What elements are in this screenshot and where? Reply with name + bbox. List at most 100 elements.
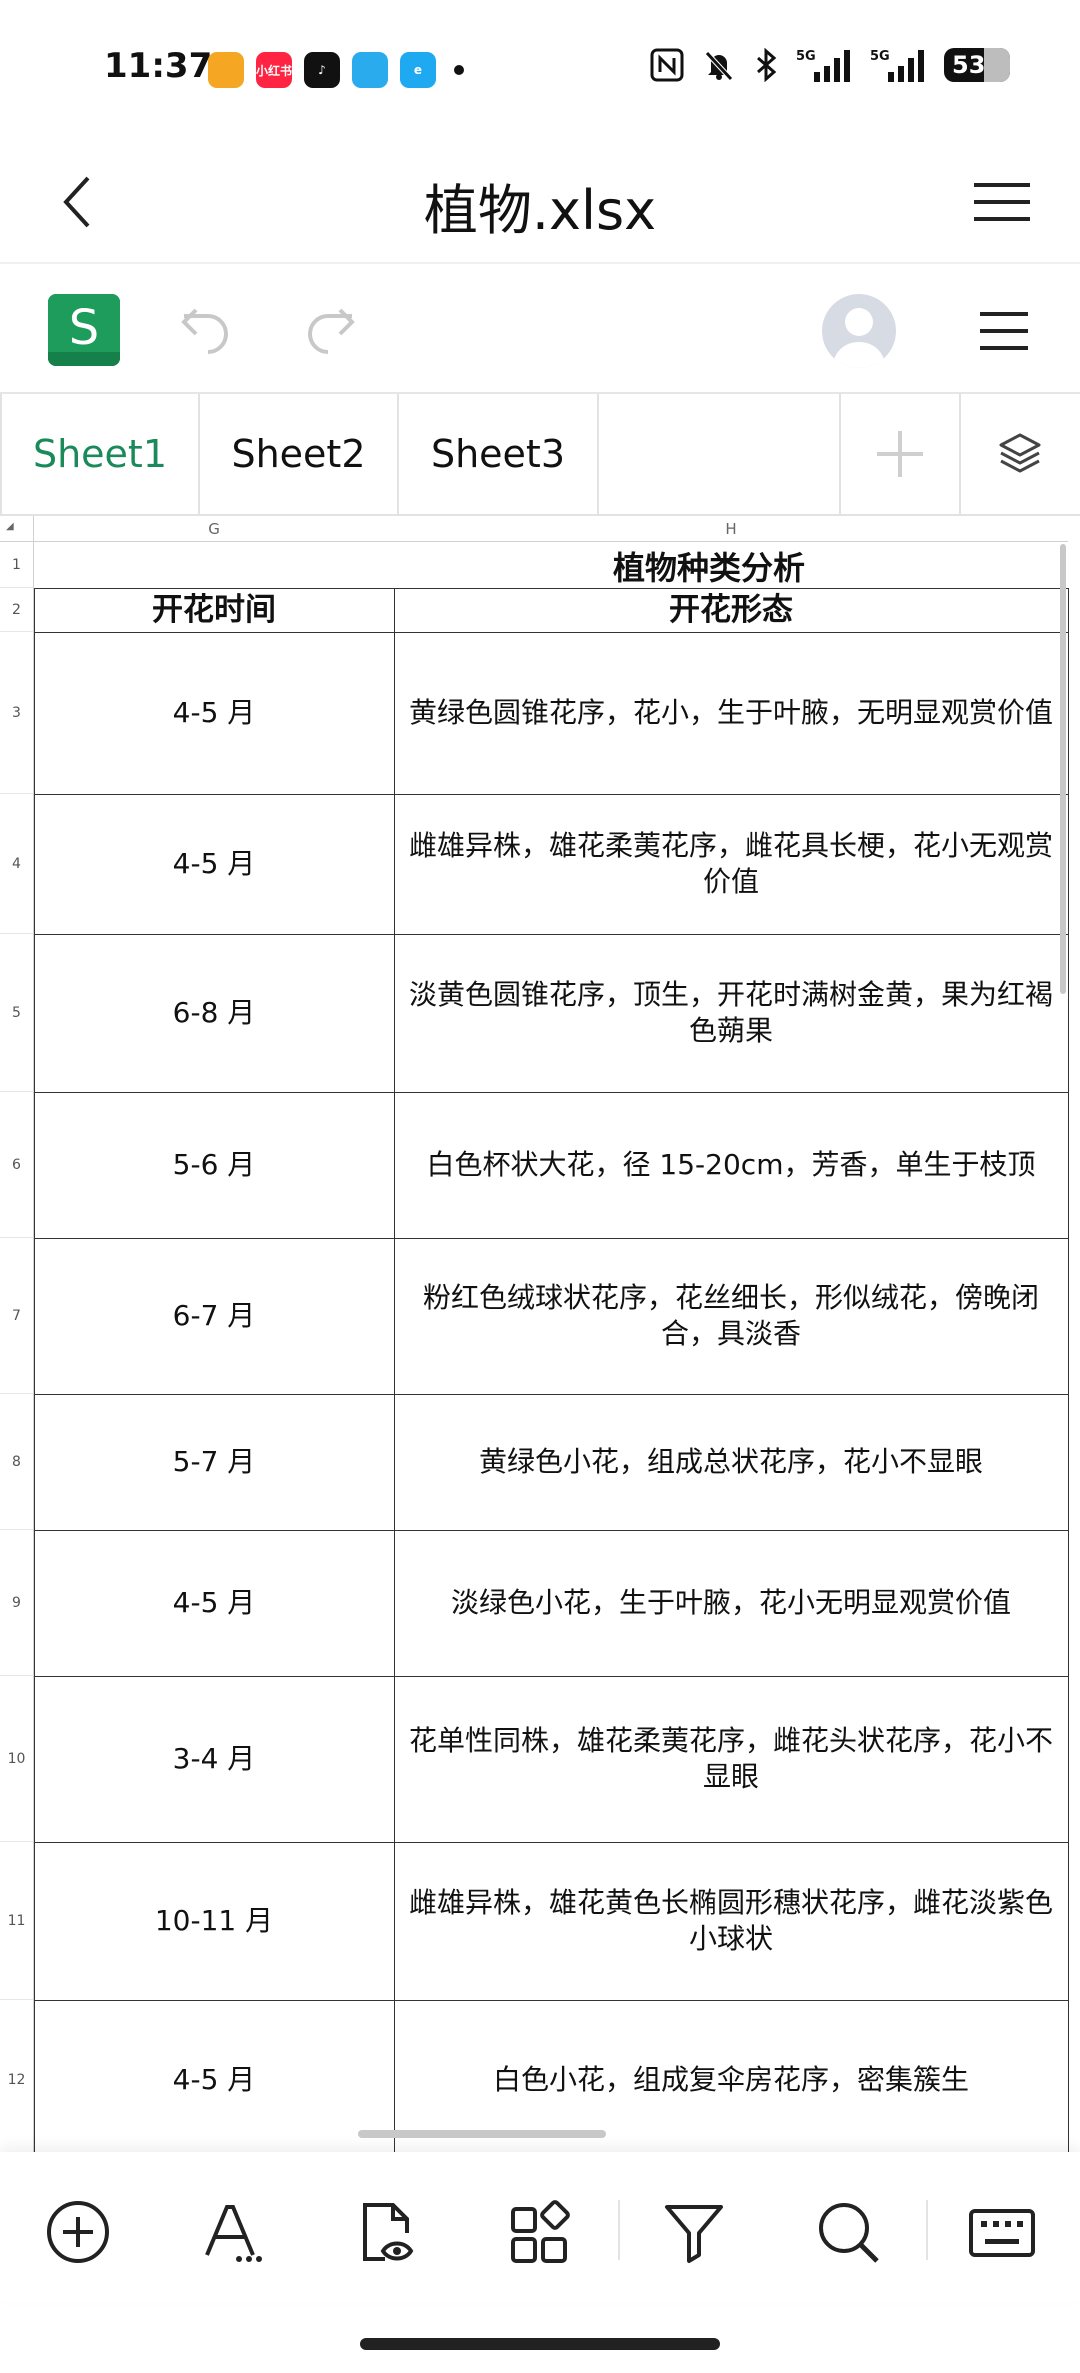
hamburger-icon xyxy=(974,183,1030,221)
spreadsheet-grid[interactable]: ◢ G H 1 植物种类分析 2 开花时间 开花形态 3 4-5 月黄绿色圆锥花序，花小，生… xyxy=(0,516,1080,2152)
row-header[interactable]: 7 xyxy=(0,1238,34,1394)
notification-icons: 小红书 ♪ e xyxy=(208,52,464,88)
table-cell[interactable]: 5-7 月 xyxy=(34,1394,394,1530)
table-cell[interactable]: 4-5 月 xyxy=(34,794,394,934)
title-bar: 植物.xlsx xyxy=(0,140,1080,264)
search-icon xyxy=(819,2203,879,2263)
filter-button[interactable] xyxy=(656,2194,732,2270)
plus-circle-icon xyxy=(47,2201,109,2263)
editor-toolbar: S xyxy=(0,264,1080,394)
more-notifications-dot xyxy=(454,65,464,75)
row-header[interactable]: 6 xyxy=(0,1092,34,1238)
table-cell[interactable]: 粉红色绒球状花序，花丝细长，形似绒花，傍晚闭合，具淡香 xyxy=(394,1238,1068,1394)
hamburger-icon xyxy=(980,312,1028,350)
column-title-cell[interactable]: 开花形态 xyxy=(394,588,1068,632)
tab-sheet1[interactable]: Sheet1 xyxy=(0,394,200,514)
battery-icon: 53 xyxy=(944,48,1010,82)
row-header[interactable]: 9 xyxy=(0,1530,34,1676)
undo-button[interactable] xyxy=(176,298,240,362)
insert-button[interactable] xyxy=(40,2194,116,2270)
table-cell[interactable]: 4-5 月 xyxy=(34,632,394,794)
table-title-cell[interactable]: 植物种类分析 xyxy=(34,542,1068,588)
redo-icon xyxy=(308,308,355,354)
svg-text:5G: 5G xyxy=(796,49,816,64)
xiaohongshu-app-icon: 小红书 xyxy=(256,52,292,88)
redo-button[interactable] xyxy=(296,298,360,362)
document-title: 植物.xlsx xyxy=(423,179,657,242)
table-cell[interactable]: 淡黄色圆锥花序，顶生，开花时满树金黄，果为红褐色蒴果 xyxy=(394,934,1068,1092)
text-format-button[interactable] xyxy=(194,2194,270,2270)
status-bar: 11:37 小红书 ♪ e 5G 5G 53 xyxy=(0,0,1080,140)
tab-spacer xyxy=(599,394,841,514)
plus-icon xyxy=(877,431,923,477)
spreadsheet-app-icon: S xyxy=(48,294,120,366)
status-time: 11:37 xyxy=(104,46,213,86)
review-file-button[interactable] xyxy=(348,2194,424,2270)
telegram-app-icon xyxy=(352,52,388,88)
row-header[interactable]: 3 xyxy=(0,632,34,794)
svg-text:5G: 5G xyxy=(870,49,890,64)
bluetooth-icon xyxy=(754,48,778,82)
table-cell[interactable]: 淡绿色小花，生于叶腋，花小无明显观赏价值 xyxy=(394,1530,1068,1676)
nfc-icon xyxy=(650,48,684,82)
table-cell[interactable]: 雌雄异株，雄花柔荑花序，雌花具长梗，花小无观赏价值 xyxy=(394,794,1068,934)
battery-level: 53 xyxy=(952,51,986,79)
column-header-g[interactable]: G xyxy=(34,516,394,542)
keyboard-icon xyxy=(969,2209,1035,2257)
table-cell[interactable]: 雌雄异株，雄花黄色长椭圆形穗状花序，雌花淡紫色小球状 xyxy=(394,1842,1068,2000)
column-title-cell[interactable]: 开花时间 xyxy=(34,588,394,632)
toolbar-divider xyxy=(926,2200,928,2260)
tab-sheet2[interactable]: Sheet2 xyxy=(200,394,399,514)
svg-text:S: S xyxy=(69,300,99,356)
home-indicator[interactable] xyxy=(360,2338,720,2350)
table-cell[interactable]: 3-4 月 xyxy=(34,1676,394,1842)
toolbar-menu-button[interactable] xyxy=(964,294,1044,368)
avatar[interactable] xyxy=(822,294,896,368)
signal-5g-icon-2: 5G xyxy=(870,48,926,82)
toolbar-divider xyxy=(618,2200,620,2260)
mute-icon xyxy=(702,48,736,82)
undo-icon xyxy=(181,308,228,354)
row-header[interactable]: 10 xyxy=(0,1676,34,1842)
row-header[interactable]: 2 xyxy=(0,588,34,632)
bottom-toolbar xyxy=(0,2152,1080,2302)
row-header[interactable]: 1 xyxy=(0,542,34,588)
gridline xyxy=(1068,588,1069,2152)
row-header[interactable]: 8 xyxy=(0,1394,34,1530)
table-cell[interactable]: 5-6 月 xyxy=(34,1092,394,1238)
keyboard-button[interactable] xyxy=(964,2194,1040,2270)
wallet-app-icon xyxy=(208,52,244,88)
table-cell[interactable]: 白色杯状大花，径 15-20cm，芳香，单生于枝顶 xyxy=(394,1092,1068,1238)
layers-icon xyxy=(999,433,1040,473)
add-sheet-button[interactable] xyxy=(841,394,961,514)
text-format-icon xyxy=(205,2205,262,2262)
row-header[interactable]: 12 xyxy=(0,2000,34,2152)
tab-sheet3[interactable]: Sheet3 xyxy=(399,394,599,514)
table-cell[interactable]: 黄绿色圆锥花序，花小，生于叶腋，无明显观赏价值 xyxy=(394,632,1068,794)
apps-grid-icon xyxy=(511,2200,570,2263)
column-header-h[interactable]: H xyxy=(394,516,1068,542)
file-view-icon xyxy=(363,2203,414,2261)
apps-button[interactable] xyxy=(502,2194,578,2270)
vertical-scrollbar[interactable] xyxy=(1060,544,1066,994)
table-cell[interactable]: 6-7 月 xyxy=(34,1238,394,1394)
gridline xyxy=(394,588,395,2152)
table-cell[interactable]: 黄绿色小花，组成总状花序，花小不显眼 xyxy=(394,1394,1068,1530)
tiktok-app-icon: ♪ xyxy=(304,52,340,88)
more-menu-button[interactable] xyxy=(960,160,1044,244)
sheet-tabs: Sheet1 Sheet2 Sheet3 xyxy=(0,394,1080,516)
row-header[interactable]: 5 xyxy=(0,934,34,1092)
browser-app-icon: e xyxy=(400,52,436,88)
search-button[interactable] xyxy=(810,2194,886,2270)
horizontal-scrollbar[interactable] xyxy=(358,2130,606,2138)
select-all-corner[interactable]: ◢ xyxy=(0,516,34,542)
table-cell[interactable]: 6-8 月 xyxy=(34,934,394,1092)
row-header[interactable]: 11 xyxy=(0,1842,34,2000)
table-cell[interactable]: 10-11 月 xyxy=(34,1842,394,2000)
sheet-list-button[interactable] xyxy=(961,394,1078,514)
table-cell[interactable]: 4-5 月 xyxy=(34,2000,394,2152)
table-cell[interactable]: 4-5 月 xyxy=(34,1530,394,1676)
status-indicators: 5G 5G 53 xyxy=(650,48,1010,82)
table-cell[interactable]: 花单性同株，雄花柔荑花序，雌花头状花序，花小不显眼 xyxy=(394,1676,1068,1842)
row-header[interactable]: 4 xyxy=(0,794,34,934)
